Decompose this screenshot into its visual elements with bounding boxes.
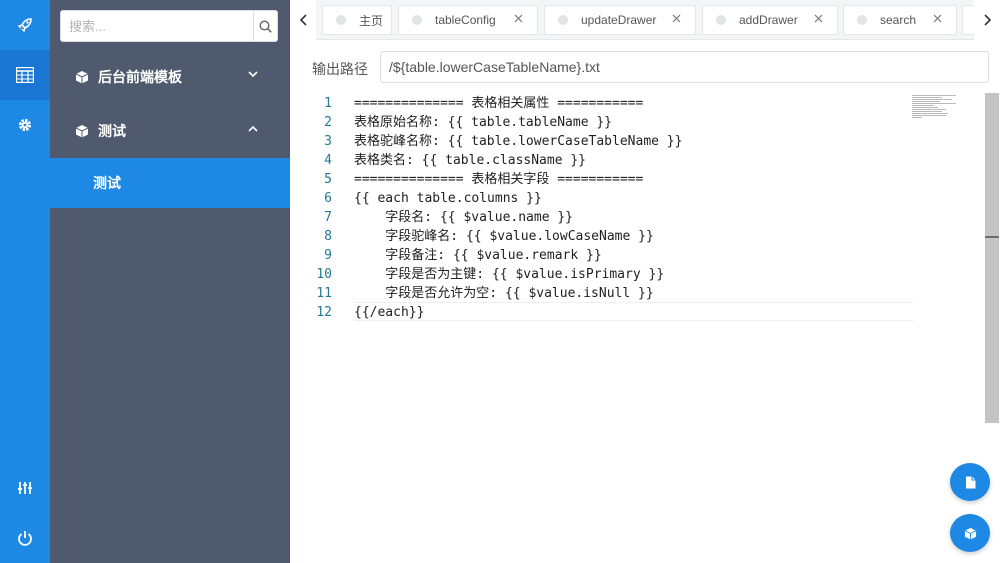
menu-group-test[interactable]: 测试	[50, 104, 290, 158]
tab-label: 主页	[359, 13, 384, 28]
code-line: 表格驼峰名称: {{ table.lowerCaseTableName }}	[354, 134, 683, 149]
menu-group-label: 测试	[98, 123, 126, 139]
tab-label: updateDrawer	[581, 13, 657, 27]
line-number: 10	[316, 267, 332, 282]
code-editor[interactable]: 1 2 3 4 5 6 7 8 9 10 11 12 =============…	[290, 93, 1000, 563]
code-line: 字段备注: {{ $value.remark }}	[354, 248, 602, 263]
icon-rail	[0, 0, 50, 563]
sliders-icon	[18, 482, 32, 494]
rocket-icon	[17, 18, 32, 33]
tab-adddrawer[interactable]: addDrawer	[702, 5, 838, 35]
tab-status-dot	[716, 15, 726, 25]
cube-icon	[75, 124, 89, 138]
power-icon	[18, 531, 32, 546]
scrollbar-position-marker	[985, 236, 999, 238]
tab-label: addDrawer	[739, 13, 798, 27]
output-path-label: 输出路径	[312, 61, 368, 77]
current-line-highlight	[354, 302, 913, 321]
chevron-down-icon	[248, 71, 258, 78]
file-icon	[965, 476, 975, 488]
line-number: 8	[324, 229, 332, 244]
search-box	[60, 10, 278, 42]
line-number: 11	[316, 286, 332, 301]
tab-home[interactable]: 主页	[322, 5, 392, 35]
code-line: 字段驼峰名: {{ $value.lowCaseName }}	[354, 229, 654, 244]
close-icon[interactable]	[814, 14, 823, 23]
code-line: 字段是否为主键: {{ $value.isPrimary }}	[354, 267, 665, 282]
fab-file-button[interactable]	[950, 463, 990, 501]
line-number: 1	[324, 96, 332, 111]
code-line: 字段名: {{ $value.name }}	[354, 210, 574, 225]
tab-status-dot	[558, 15, 568, 25]
tab-search[interactable]: search	[843, 5, 957, 35]
code-line: ============== 表格相关字段 ===========	[354, 172, 644, 187]
line-number: 9	[324, 248, 332, 263]
code-line: 表格类名: {{ table.className }}	[354, 153, 587, 168]
code-line: {{/each}}	[354, 305, 425, 320]
menu-item-label: 测试	[93, 175, 121, 191]
code-line: 字段是否允许为空: {{ $value.isNull }}	[354, 286, 654, 301]
rail-grid-button[interactable]	[0, 50, 50, 100]
menu-group-label: 后台前端模板	[98, 69, 182, 85]
grid-icon	[16, 67, 34, 83]
tabs-bar: 主页 tableConfig updateDrawer addDrawer se…	[290, 0, 1000, 40]
cube-icon	[75, 70, 89, 84]
rail-power-button[interactable]	[0, 513, 50, 563]
code-line: {{ each table.columns }}	[354, 191, 542, 206]
line-number: 7	[324, 210, 332, 225]
tab-label: tableConfig	[435, 13, 496, 27]
line-number: 3	[324, 134, 332, 149]
tab-label: search	[880, 13, 917, 27]
line-number: 6	[324, 191, 332, 206]
line-number: 5	[324, 172, 332, 187]
tab-status-dot	[336, 15, 346, 25]
chevron-right-icon	[983, 14, 991, 26]
rail-sliders-button[interactable]	[0, 463, 50, 513]
chevron-up-icon	[248, 125, 258, 132]
chevron-left-icon	[299, 14, 307, 26]
search-icon	[259, 19, 272, 33]
rail-rocket-button[interactable]	[0, 0, 50, 50]
code-line: 表格原始名称: {{ table.tableName }}	[354, 115, 613, 130]
code-line: ============== 表格相关属性 ===========	[354, 96, 644, 111]
close-icon[interactable]	[933, 14, 942, 23]
cube-icon	[964, 527, 976, 540]
tab-tableconfig[interactable]: tableConfig	[398, 5, 538, 35]
gear-icon	[18, 118, 32, 132]
rail-settings-button[interactable]	[0, 100, 50, 150]
line-number: 4	[324, 153, 332, 168]
side-menu: 后台前端模板 测试 测试	[50, 0, 290, 563]
search-input[interactable]	[61, 11, 253, 41]
close-icon[interactable]	[514, 14, 523, 23]
line-number: 2	[324, 115, 332, 130]
tabs-scroll-left-button[interactable]	[290, 0, 316, 40]
menu-item-test[interactable]: 测试	[50, 158, 290, 208]
search-button[interactable]	[253, 11, 277, 41]
editor-minimap[interactable]	[912, 93, 958, 119]
tabs-scroll-right-button[interactable]	[974, 0, 1000, 40]
close-icon[interactable]	[672, 14, 681, 23]
fab-cube-button[interactable]	[950, 514, 990, 552]
tab-status-dot	[412, 15, 422, 25]
tab-updatedrawer[interactable]: updateDrawer	[544, 5, 696, 35]
editor-scrollbar[interactable]	[985, 93, 999, 423]
tab-status-dot	[857, 15, 867, 25]
output-path-input[interactable]	[380, 51, 989, 83]
menu-group-backend-templates[interactable]: 后台前端模板	[50, 50, 290, 104]
line-number: 12	[316, 305, 332, 320]
